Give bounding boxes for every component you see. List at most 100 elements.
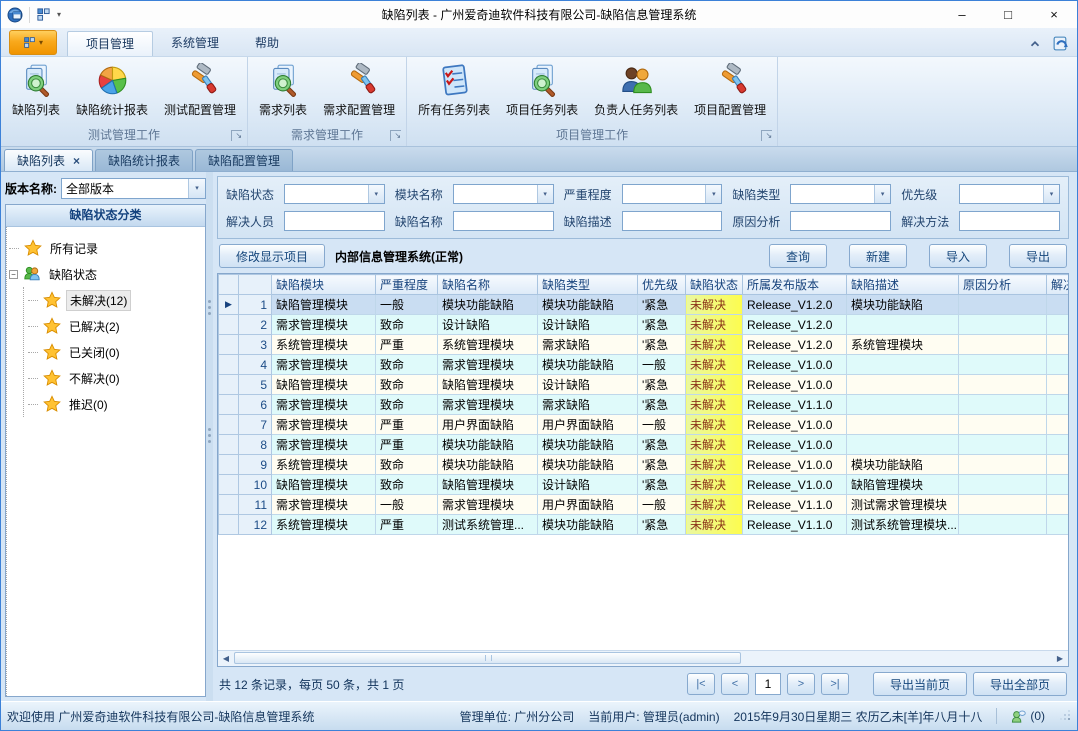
dialog-launcher-icon[interactable]: ↘ [390, 130, 401, 141]
filter-combo-严重程度[interactable]: ▾ [622, 184, 723, 204]
column-header-缺陷类型[interactable]: 缺陷类型 [538, 275, 638, 295]
doc-tab-缺陷统计报表[interactable]: 缺陷统计报表 [95, 149, 193, 171]
filter-value-input[interactable] [791, 212, 890, 230]
scroll-left-icon[interactable]: ◀ [218, 654, 234, 663]
table-row[interactable]: 8需求管理模块严重模块功能缺陷模块功能缺陷'紧急未解决Release_V1.0.… [219, 435, 1069, 455]
column-header-缺陷模块[interactable]: 缺陷模块 [272, 275, 376, 295]
table-row[interactable]: ▶1缺陷管理模块一般模块功能缺陷模块功能缺陷'紧急未解决Release_V1.2… [219, 295, 1069, 315]
minimize-button[interactable]: – [939, 2, 985, 28]
quick-access-caret-icon[interactable]: ▾ [57, 10, 61, 19]
application-menu-button[interactable]: ▾ [9, 30, 57, 55]
row-selector-cell[interactable] [219, 475, 239, 495]
tree-item-已关闭(0)[interactable]: 已关闭(0) [28, 339, 203, 365]
filter-value-input[interactable] [454, 185, 537, 203]
chevron-down-icon[interactable]: ▾ [874, 185, 890, 203]
message-indicator[interactable]: (0) [1011, 709, 1045, 724]
table-row[interactable]: 2需求管理模块致命设计缺陷设计缺陷'紧急未解决Release_V1.2.0 [219, 315, 1069, 335]
action-button-导入[interactable]: 导入 [929, 244, 987, 268]
tree-collapse-icon[interactable]: − [9, 270, 18, 279]
chevron-down-icon[interactable]: ▾ [1043, 185, 1059, 203]
tree-item-推迟(0)[interactable]: 推迟(0) [28, 391, 203, 417]
close-tab-icon[interactable]: × [73, 151, 80, 171]
filter-value-input[interactable] [285, 212, 384, 230]
filter-input-缺陷描述[interactable] [622, 211, 723, 231]
tree-item-已解决(2)[interactable]: 已解决(2) [28, 313, 203, 339]
row-selector-cell[interactable] [219, 455, 239, 475]
row-selector-cell[interactable] [219, 495, 239, 515]
tree-item-缺陷状态[interactable]: −缺陷状态 [9, 261, 203, 287]
ribbon-button-缺陷统计报表[interactable]: 缺陷统计报表 [68, 58, 156, 119]
next-page-button[interactable]: > [787, 673, 815, 695]
row-selector-cell[interactable] [219, 355, 239, 375]
filter-value-input[interactable] [623, 212, 722, 230]
collapse-ribbon-icon[interactable] [1028, 37, 1042, 51]
panel-splitter[interactable] [206, 172, 213, 701]
help-icon[interactable] [1052, 35, 1069, 52]
column-header-缺陷状态[interactable]: 缺陷状态 [686, 275, 743, 295]
filter-value-input[interactable] [960, 185, 1043, 203]
filter-input-原因分析[interactable] [790, 211, 891, 231]
row-selector-cell[interactable] [219, 335, 239, 355]
maximize-button[interactable]: □ [985, 2, 1031, 28]
row-selector-cell[interactable] [219, 435, 239, 455]
row-selector-cell[interactable] [219, 415, 239, 435]
tree-item-不解决(0)[interactable]: 不解决(0) [28, 365, 203, 391]
table-row[interactable]: 9系统管理模块致命模块功能缺陷模块功能缺陷'紧急未解决Release_V1.0.… [219, 455, 1069, 475]
column-header-缺陷描述[interactable]: 缺陷描述 [847, 275, 959, 295]
ribbon-tab-项目管理[interactable]: 项目管理 [67, 31, 153, 56]
table-row[interactable]: 7需求管理模块严重用户界面缺陷用户界面缺陷一般未解决Release_V1.0.0 [219, 415, 1069, 435]
ribbon-tab-系统管理[interactable]: 系统管理 [153, 31, 237, 56]
ribbon-tab-帮助[interactable]: 帮助 [237, 31, 297, 56]
horizontal-scrollbar[interactable]: ◀ ▶ [218, 650, 1068, 666]
prev-page-button[interactable]: < [721, 673, 749, 695]
page-number-input[interactable] [755, 673, 781, 695]
ribbon-button-项目配置管理[interactable]: 项目配置管理 [686, 58, 774, 119]
ribbon-button-所有任务列表[interactable]: 所有任务列表 [410, 58, 498, 119]
table-row[interactable]: 4需求管理模块致命需求管理模块模块功能缺陷一般未解决Release_V1.0.0 [219, 355, 1069, 375]
ribbon-button-项目任务列表[interactable]: 项目任务列表 [498, 58, 586, 119]
tree-item-未解决(12)[interactable]: 未解决(12) [28, 287, 203, 313]
filter-combo-模块名称[interactable]: ▾ [453, 184, 554, 204]
version-select[interactable]: 全部版本 ▾ [61, 178, 206, 199]
column-header-优先级[interactable]: 优先级 [638, 275, 686, 295]
last-page-button[interactable]: >| [821, 673, 849, 695]
ribbon-button-测试配置管理[interactable]: 测试配置管理 [156, 58, 244, 119]
filter-input-解决方法[interactable] [959, 211, 1060, 231]
doc-tab-缺陷列表[interactable]: 缺陷列表× [4, 149, 93, 171]
dialog-launcher-icon[interactable]: ↘ [231, 130, 242, 141]
table-row[interactable]: 11需求管理模块一般需求管理模块用户界面缺陷一般未解决Release_V1.1.… [219, 495, 1069, 515]
scroll-right-icon[interactable]: ▶ [1052, 654, 1068, 663]
filter-combo-优先级[interactable]: ▾ [959, 184, 1060, 204]
first-page-button[interactable]: |< [687, 673, 715, 695]
ribbon-button-负责人任务列表[interactable]: 负责人任务列表 [586, 58, 686, 119]
action-button-导出[interactable]: 导出 [1009, 244, 1067, 268]
export-all-pages-button[interactable]: 导出全部页 [973, 672, 1067, 696]
row-selector-cell[interactable] [219, 395, 239, 415]
export-current-page-button[interactable]: 导出当前页 [873, 672, 967, 696]
chevron-down-icon[interactable]: ▾ [537, 185, 553, 203]
table-row[interactable]: 10缺陷管理模块致命缺陷管理模块设计缺陷'紧急未解决Release_V1.0.0… [219, 475, 1069, 495]
column-header-解决方法[interactable]: 解决方法 [1047, 275, 1069, 295]
quick-access-grid-icon[interactable] [36, 7, 51, 22]
chevron-down-icon[interactable]: ▾ [705, 185, 721, 203]
filter-value-input[interactable] [285, 185, 368, 203]
table-row[interactable]: 12系统管理模块严重测试系统管理...模块功能缺陷'紧急未解决Release_V… [219, 515, 1069, 535]
filter-combo-缺陷状态[interactable]: ▾ [284, 184, 385, 204]
action-button-新建[interactable]: 新建 [849, 244, 907, 268]
chevron-down-icon[interactable]: ▾ [368, 185, 384, 203]
row-selector-cell[interactable] [219, 515, 239, 535]
filter-input-缺陷名称[interactable] [453, 211, 554, 231]
filter-value-input[interactable] [791, 185, 874, 203]
column-header-缺陷名称[interactable]: 缺陷名称 [438, 275, 538, 295]
filter-combo-缺陷类型[interactable]: ▾ [790, 184, 891, 204]
modify-display-columns-button[interactable]: 修改显示项目 [219, 244, 325, 268]
column-header-所属发布版本[interactable]: 所属发布版本 [743, 275, 847, 295]
ribbon-button-需求配置管理[interactable]: 需求配置管理 [315, 58, 403, 119]
table-row[interactable]: 5缺陷管理模块致命缺陷管理模块设计缺陷'紧急未解决Release_V1.0.0 [219, 375, 1069, 395]
filter-value-input[interactable] [960, 212, 1059, 230]
filter-value-input[interactable] [454, 212, 553, 230]
close-button[interactable]: × [1031, 2, 1077, 28]
column-header-严重程度[interactable]: 严重程度 [376, 275, 438, 295]
filter-value-input[interactable] [623, 185, 706, 203]
ribbon-button-需求列表[interactable]: 需求列表 [251, 58, 315, 119]
